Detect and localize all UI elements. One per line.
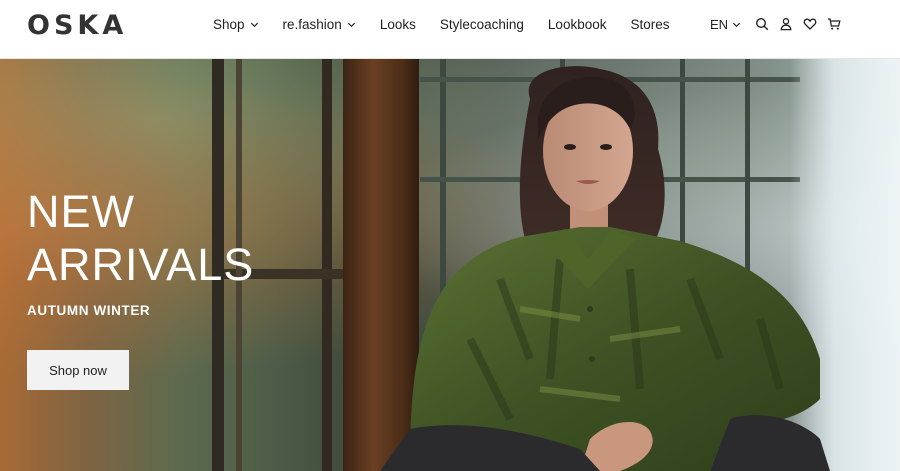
- nav-item-label: Lookbook: [547, 16, 607, 32]
- main-nav: Shop re.fashion Looks Stylecoaching Look…: [213, 0, 694, 48]
- chevron-down-icon: [250, 22, 258, 27]
- hero-title: NEW ARRIVALS: [27, 185, 387, 291]
- language-selector[interactable]: EN: [710, 17, 741, 32]
- language-label: EN: [710, 16, 729, 32]
- nav-item-label: re.fashion: [282, 16, 342, 32]
- shop-now-button[interactable]: Shop now: [27, 350, 129, 390]
- nav-item-shop[interactable]: Shop: [213, 17, 259, 32]
- nav-item-looks[interactable]: Looks: [380, 17, 416, 32]
- nav-item-stylecoaching[interactable]: Stylecoaching: [440, 17, 524, 32]
- nav-item-label: Shop: [213, 16, 245, 32]
- chevron-down-icon: [347, 22, 355, 27]
- hero-title-line: ARRIVALS: [27, 239, 255, 290]
- nav-item-label: Stores: [630, 16, 670, 32]
- account-icon[interactable]: [779, 17, 793, 31]
- cart-icon[interactable]: [827, 17, 841, 31]
- nav-item-lookbook[interactable]: Lookbook: [548, 17, 607, 32]
- nav-item-refashion[interactable]: re.fashion: [283, 17, 356, 32]
- site-header: OSKA Shop re.fashion Looks Stylecoaching…: [0, 0, 900, 59]
- nav-item-stores[interactable]: Stores: [630, 17, 669, 32]
- hero-subtitle: AUTUMN WINTER: [27, 303, 151, 318]
- hero-banner: NEW ARRIVALS AUTUMN WINTER Shop now: [0, 59, 900, 471]
- nav-item-label: Looks: [379, 16, 416, 32]
- hero-title-line: NEW: [27, 186, 135, 237]
- search-icon[interactable]: [755, 17, 769, 31]
- model-photo: [380, 66, 830, 471]
- nav-item-label: Stylecoaching: [439, 16, 524, 32]
- brand-logo[interactable]: OSKA: [27, 12, 127, 40]
- wishlist-heart-icon[interactable]: [803, 17, 817, 31]
- header-actions: EN: [710, 0, 851, 48]
- chevron-down-icon: [732, 22, 741, 27]
